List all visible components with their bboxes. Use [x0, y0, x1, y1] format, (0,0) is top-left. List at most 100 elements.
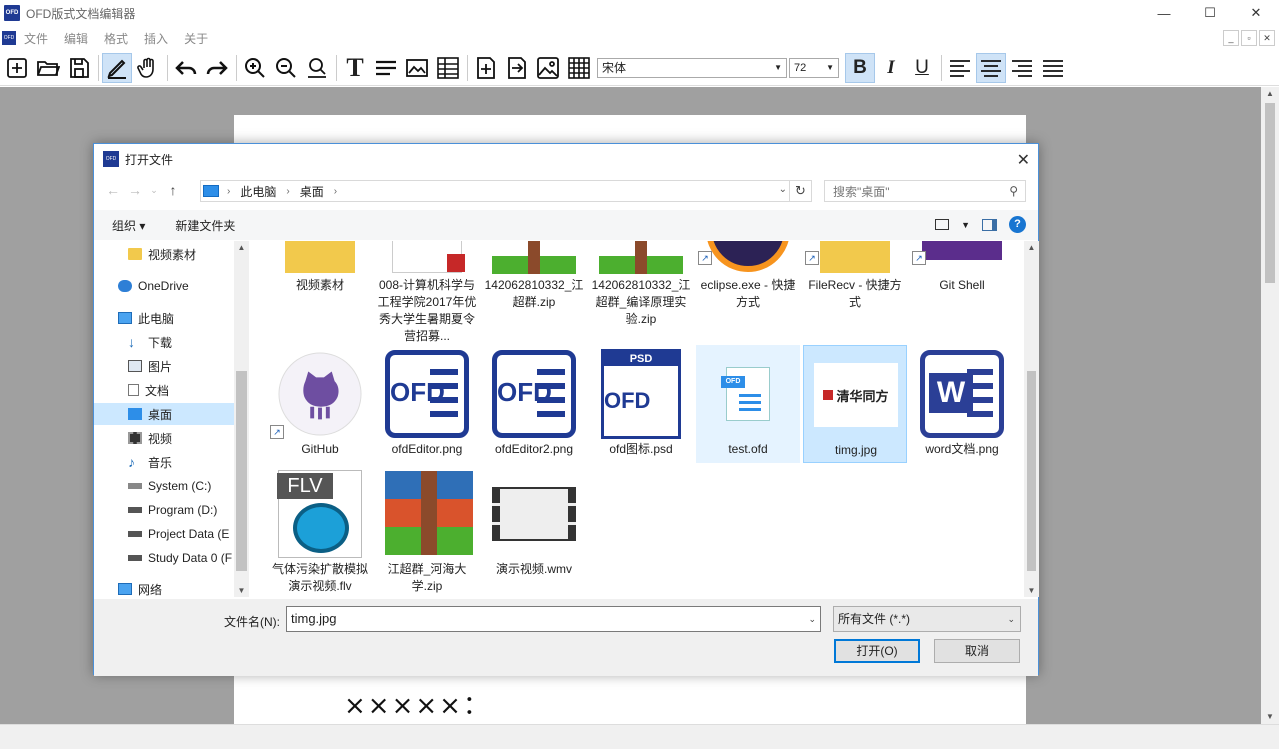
nav-item-videos[interactable]: 视频: [94, 427, 234, 449]
search-input[interactable]: 搜索"桌面" ⚲: [824, 180, 1026, 202]
minimize-button[interactable]: —: [1141, 0, 1187, 26]
maximize-button[interactable]: ☐: [1187, 0, 1233, 26]
text-tool-button[interactable]: T: [340, 53, 370, 83]
file-list-scrollbar[interactable]: ▲ ▼: [1024, 241, 1039, 597]
workspace-scrollbar[interactable]: ▲ ▼: [1261, 87, 1279, 724]
scrollbar-thumb[interactable]: [1265, 103, 1275, 283]
breadcrumb-this-pc[interactable]: 此电脑: [240, 183, 276, 200]
cancel-button[interactable]: 取消: [934, 639, 1020, 663]
document-text[interactable]: ×××××：: [344, 685, 491, 722]
nav-item-project-data-e[interactable]: Project Data (E: [94, 523, 234, 545]
scroll-up-icon[interactable]: ▲: [234, 243, 249, 252]
bold-button[interactable]: B: [845, 52, 875, 83]
nav-item-video-materials[interactable]: 视频素材: [94, 243, 234, 265]
scroll-down-icon[interactable]: ▼: [1261, 710, 1279, 724]
save-button[interactable]: [64, 53, 94, 83]
help-icon[interactable]: ?: [1009, 216, 1026, 233]
mdi-restore-button[interactable]: ▫: [1241, 30, 1257, 46]
file-item[interactable]: ↗ Git Shell: [910, 241, 1014, 299]
file-item[interactable]: FLV 气体污染扩散模拟演示视频.flv: [268, 465, 372, 593]
undo-button[interactable]: [171, 53, 201, 83]
close-button[interactable]: ✕: [1233, 0, 1279, 26]
file-item[interactable]: 142062810332_江超群.zip: [482, 241, 586, 309]
underline-button[interactable]: U: [907, 53, 937, 83]
preview-pane-icon[interactable]: [982, 218, 997, 231]
new-folder-button[interactable]: 新建文件夹: [175, 217, 235, 234]
breadcrumb-desktop[interactable]: 桌面: [300, 183, 324, 200]
forward-arrow-icon[interactable]: →: [124, 182, 146, 198]
scroll-down-icon[interactable]: ▼: [234, 586, 249, 595]
nav-item-system-c[interactable]: System (C:): [94, 475, 234, 497]
redo-button[interactable]: [202, 53, 232, 83]
menu-insert[interactable]: 插入: [144, 30, 168, 47]
table-button[interactable]: [433, 53, 463, 83]
insert-page-button[interactable]: [471, 53, 501, 83]
file-item[interactable]: ↗ FileRecv - 快捷方式: [803, 241, 907, 309]
file-item[interactable]: ↗ GitHub: [268, 345, 372, 463]
nav-item-downloads[interactable]: ↓ 下载: [94, 331, 234, 353]
chevron-down-icon[interactable]: ⌄: [1007, 607, 1015, 631]
back-arrow-icon[interactable]: ←: [102, 182, 124, 198]
chevron-down-icon[interactable]: ▼: [961, 220, 970, 230]
nav-item-documents[interactable]: 文档: [94, 379, 234, 401]
file-item[interactable]: 江超群_河海大学.zip: [375, 465, 479, 593]
mdi-close-button[interactable]: ✕: [1259, 30, 1275, 46]
dialog-close-button[interactable]: ✕: [1017, 150, 1030, 170]
italic-button[interactable]: I: [876, 53, 906, 83]
zoom-fit-button[interactable]: [302, 53, 332, 83]
file-item[interactable]: OFD ofdEditor2.png: [482, 345, 586, 463]
file-item[interactable]: PSD OFD ofd图标.psd: [589, 345, 693, 463]
file-item-selected[interactable]: 清华同方 timg.jpg: [803, 345, 907, 463]
align-right-button[interactable]: [1007, 53, 1037, 83]
scrollbar-thumb[interactable]: [1027, 371, 1036, 571]
up-arrow-icon[interactable]: ↑: [162, 182, 184, 198]
file-item[interactable]: 视频素材: [268, 241, 372, 299]
address-bar[interactable]: › 此电脑 › 桌面 › ⌄ ↻: [200, 180, 812, 202]
font-family-select[interactable]: 宋体 ▼: [597, 57, 787, 78]
pen-tool-button[interactable]: [102, 52, 132, 83]
image-frame-button[interactable]: [402, 53, 432, 83]
file-item[interactable]: 008-计算机科学与工程学院2017年优秀大学生暑期夏令营招募...: [375, 241, 479, 343]
nav-item-program-d[interactable]: Program (D:): [94, 499, 234, 521]
new-file-button[interactable]: [2, 53, 32, 83]
grid-button[interactable]: [564, 53, 594, 83]
refresh-icon[interactable]: ↻: [789, 181, 811, 201]
font-size-select[interactable]: 72 ▼: [789, 57, 839, 78]
file-item[interactable]: W word文档.png: [910, 345, 1014, 463]
zoom-in-button[interactable]: [240, 53, 270, 83]
mdi-minimize-button[interactable]: _: [1223, 30, 1239, 46]
nav-item-this-pc[interactable]: 此电脑: [94, 307, 234, 329]
file-item[interactable]: 142062810332_江超群_编译原理实验.zip: [589, 241, 693, 326]
file-item[interactable]: 演示视频.wmv: [482, 465, 586, 583]
scroll-up-icon[interactable]: ▲: [1024, 243, 1039, 252]
menu-file[interactable]: 文件: [24, 30, 48, 47]
scrollbar-thumb[interactable]: [236, 371, 247, 571]
nav-scrollbar[interactable]: ▲ ▼: [234, 241, 249, 597]
scroll-down-icon[interactable]: ▼: [1024, 586, 1039, 595]
paragraph-button[interactable]: [371, 53, 401, 83]
file-type-select[interactable]: 所有文件 (*.*) ⌄: [833, 606, 1021, 632]
align-left-button[interactable]: [945, 53, 975, 83]
file-item[interactable]: ↗ eclipse.exe - 快捷方式: [696, 241, 800, 309]
chevron-down-icon[interactable]: ⌄: [808, 607, 816, 631]
nav-item-onedrive[interactable]: OneDrive: [94, 275, 234, 297]
hand-tool-button[interactable]: [133, 53, 163, 83]
nav-item-desktop[interactable]: 桌面: [94, 403, 234, 425]
menu-about[interactable]: 关于: [184, 30, 208, 47]
menu-format[interactable]: 格式: [104, 30, 128, 47]
organize-button[interactable]: 组织 ▾: [112, 217, 145, 234]
align-center-button[interactable]: [976, 52, 1006, 83]
nav-item-music[interactable]: ♪ 音乐: [94, 451, 234, 473]
file-item[interactable]: OFD test.ofd: [696, 345, 800, 463]
insert-image-button[interactable]: [533, 53, 563, 83]
open-button[interactable]: 打开(O): [834, 639, 920, 663]
scroll-up-icon[interactable]: ▲: [1261, 87, 1279, 101]
open-button[interactable]: [33, 53, 63, 83]
nav-item-pictures[interactable]: 图片: [94, 355, 234, 377]
nav-item-study-data-f[interactable]: Study Data 0 (F: [94, 547, 234, 569]
zoom-out-button[interactable]: [271, 53, 301, 83]
view-options-icon[interactable]: [935, 219, 950, 230]
menu-edit[interactable]: 编辑: [64, 30, 88, 47]
justify-button[interactable]: [1038, 53, 1068, 83]
import-button[interactable]: [502, 53, 532, 83]
